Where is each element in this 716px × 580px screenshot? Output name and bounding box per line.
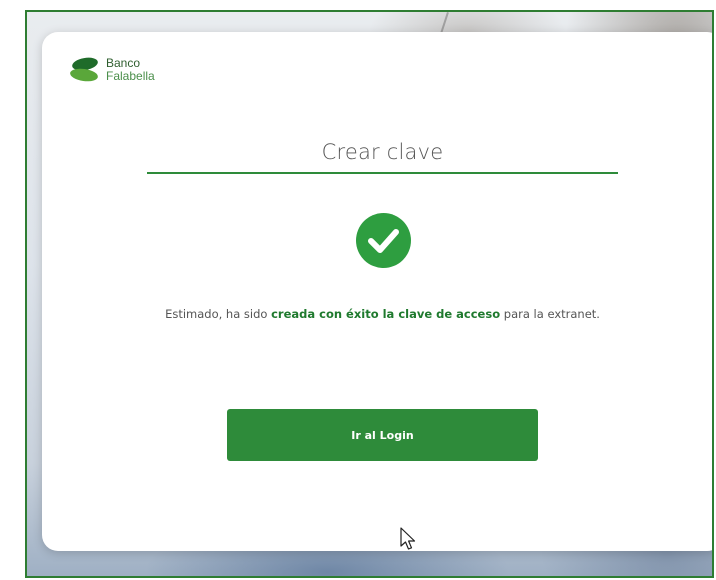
page-viewport: Banco Falabella Crear clave Estimado, ha… [25,10,714,578]
modal-card: Banco Falabella Crear clave Estimado, ha… [42,32,712,551]
go-to-login-button[interactable]: Ir al Login [227,409,538,461]
brand-name-line2: Falabella [106,69,155,83]
success-message: Estimado, ha sido creada con éxito la cl… [42,307,712,321]
brand-logo: Banco Falabella [69,54,155,86]
title-underline [147,172,618,174]
page-title: Crear clave [321,140,444,164]
banco-falabella-logo-icon [70,57,98,82]
check-circle-icon [356,213,411,268]
left-page-strip [0,0,25,580]
message-prefix: Estimado, ha sido [165,307,272,321]
message-highlight: creada con éxito la clave de acceso [271,307,501,321]
mouse-pointer-icon [400,527,416,550]
message-suffix: para la extranet. [500,307,600,321]
